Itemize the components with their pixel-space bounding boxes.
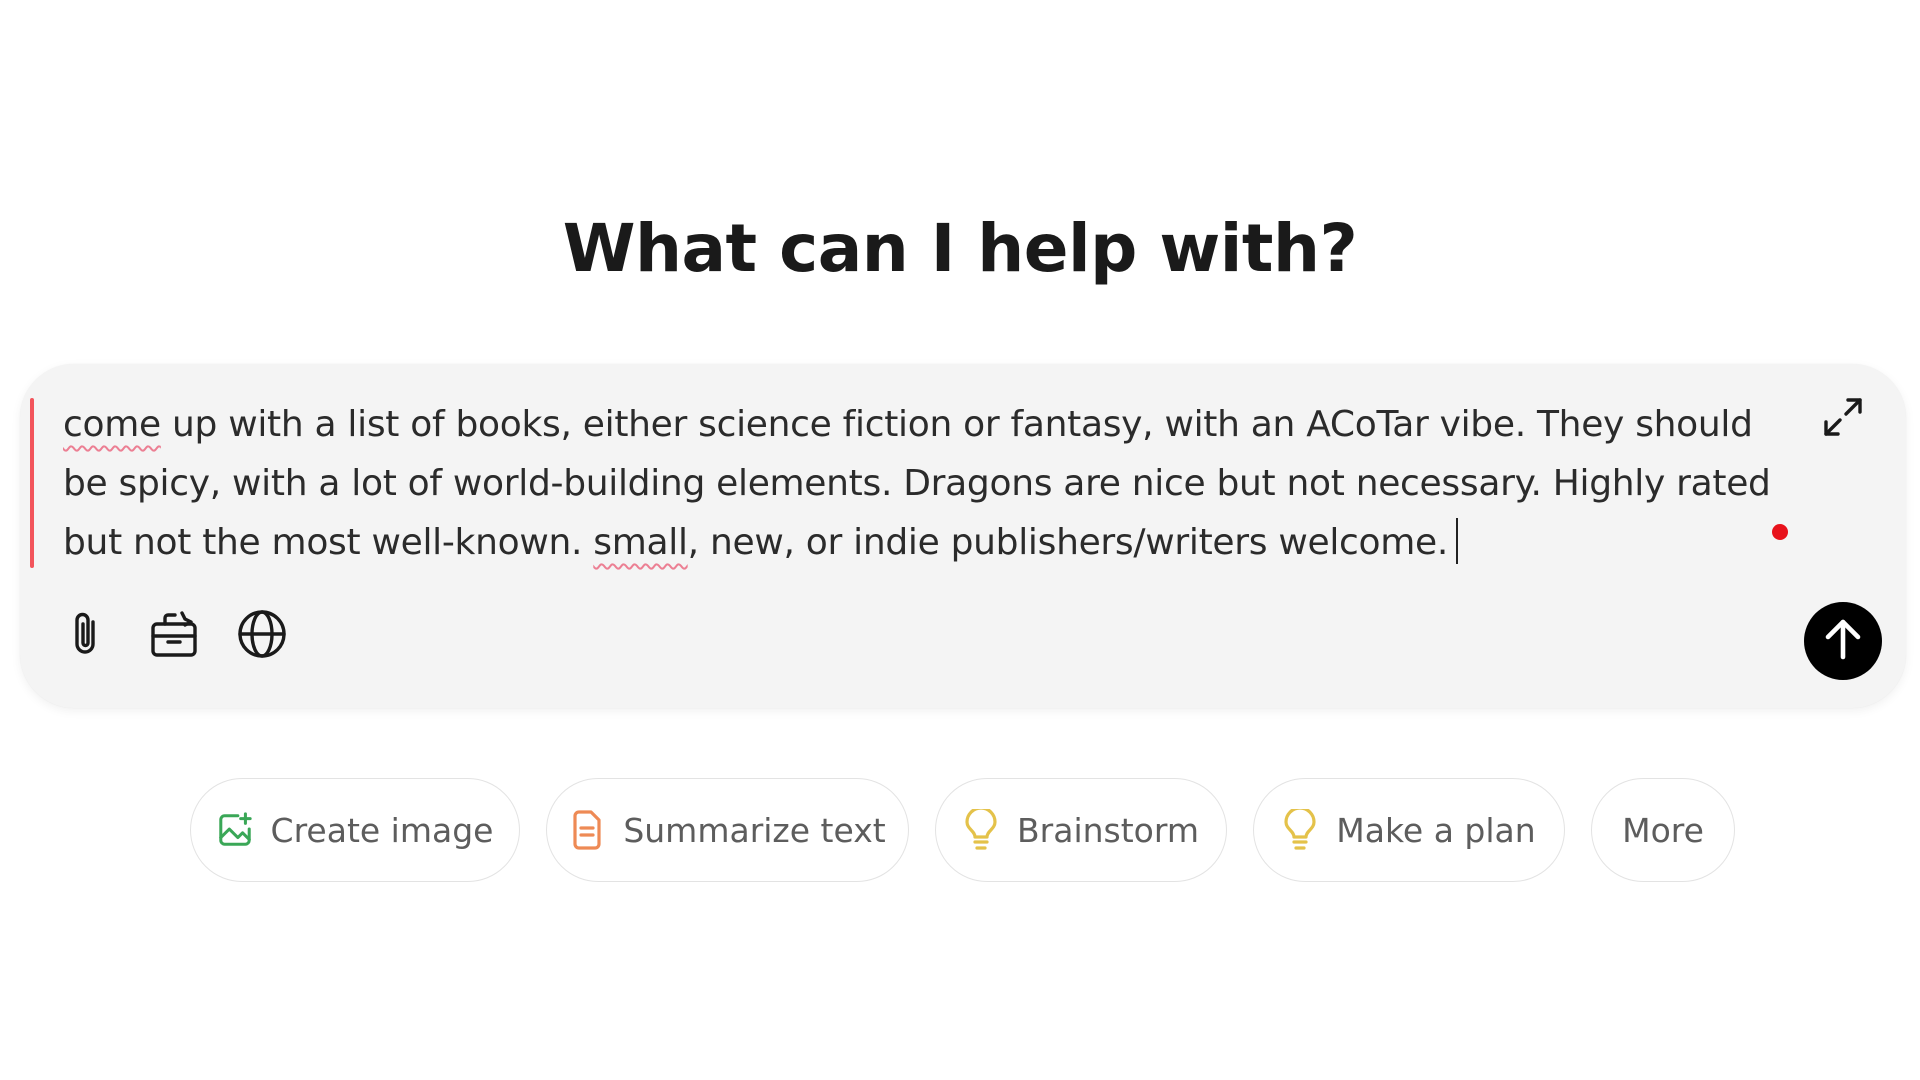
chat-home: What can I help with? come up with a lis… [0,0,1920,1080]
image-sparkle-icon [217,810,253,850]
suggestion-summarize-text[interactable]: Summarize text [546,778,909,882]
suggestion-brainstorm[interactable]: Brainstorm [935,778,1227,882]
suggestion-label: More [1622,810,1704,850]
suggestion-create-image[interactable]: Create image [190,778,520,882]
tools-button[interactable] [146,608,202,664]
suggestion-label: Make a plan [1336,810,1536,850]
page-title: What can I help with? [562,210,1358,287]
message-composer[interactable]: come up with a list of books, either sci… [20,364,1906,708]
suggestion-label: Brainstorm [1017,810,1199,850]
lightbulb-icon [1282,809,1318,850]
globe-icon [236,608,288,665]
focus-indicator [30,398,34,568]
document-icon [569,810,605,850]
lightbulb-icon [963,809,999,850]
send-button[interactable] [1804,602,1882,680]
spellcheck-word: come [63,404,161,445]
prompt-input[interactable]: come up with a list of books, either sci… [63,395,1793,572]
suggestion-make-a-plan[interactable]: Make a plan [1253,778,1565,882]
expand-arrows-icon [1820,394,1866,445]
toolbox-icon [149,609,199,664]
recording-indicator [1772,524,1788,540]
web-search-button[interactable] [234,608,290,664]
prompt-text-segment: , new, or indie publishers/writers welco… [687,522,1449,563]
paperclip-icon [63,608,109,665]
text-caret [1456,518,1458,564]
suggestion-more[interactable]: More [1591,778,1735,882]
suggestion-label: Summarize text [623,810,886,850]
suggestion-label: Create image [270,810,494,850]
spellcheck-word: small [593,522,688,563]
attach-button[interactable] [58,608,114,664]
expand-button[interactable] [1818,394,1868,444]
arrow-up-icon [1823,617,1863,666]
suggestion-bar: Create image Summarize text Brainstorm M… [0,778,1920,882]
